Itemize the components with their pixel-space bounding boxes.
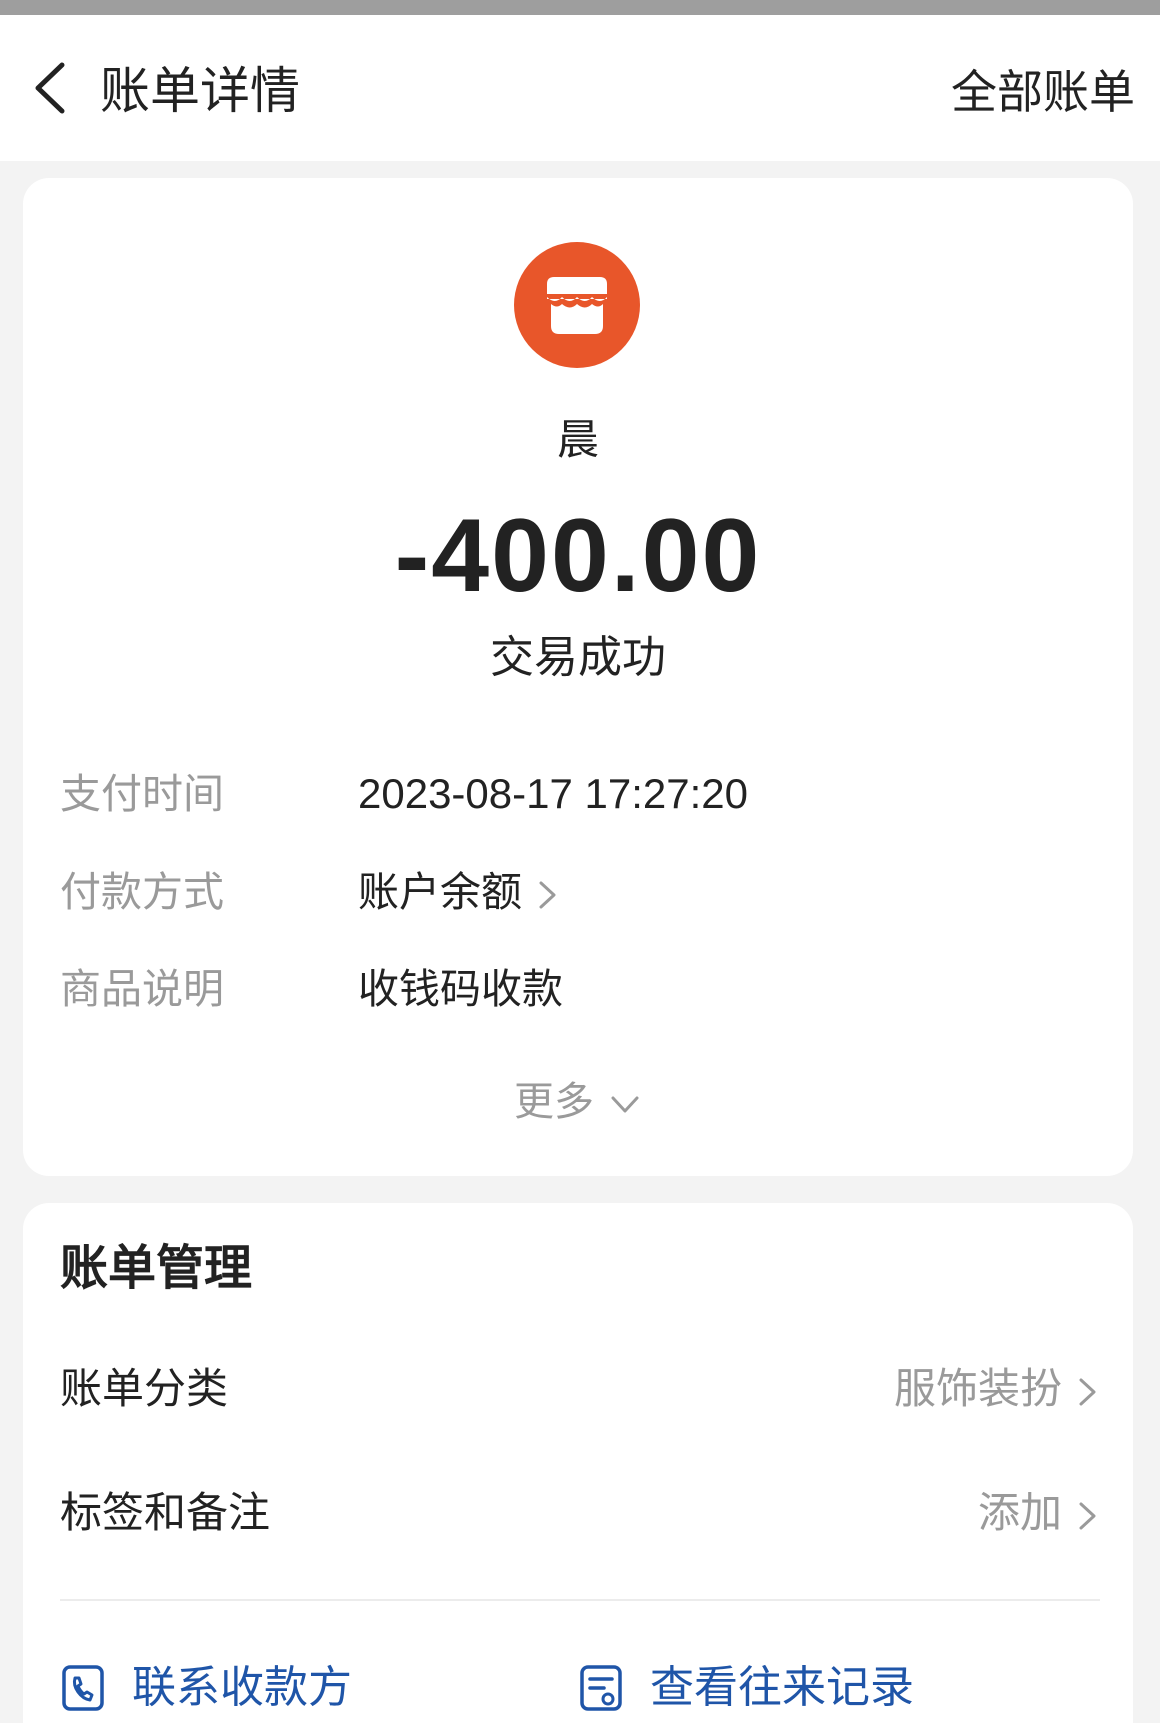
tags-notes-row[interactable]: 标签和备注 添加	[60, 1473, 1100, 1553]
store-icon	[514, 242, 640, 368]
more-label: 更多	[514, 1079, 594, 1125]
transaction-card: 晨 -400.00 交易成功 支付时间 2023-08-17 17:27:20 …	[23, 178, 1133, 1176]
detail-label: 支付时间	[60, 770, 224, 818]
chevron-right-icon	[1079, 1502, 1096, 1529]
transaction-status: 交易成功	[490, 632, 666, 683]
chevron-down-icon	[611, 1096, 639, 1113]
detail-row-pay-time: 支付时间 2023-08-17 17:27:20	[60, 764, 1100, 824]
page-title: 账单详情	[100, 62, 300, 120]
more-button[interactable]: 更多	[23, 1072, 1133, 1132]
payment-method-link[interactable]: 账户余额	[358, 862, 560, 922]
merchant-name: 晨	[556, 415, 599, 464]
chevron-right-icon	[539, 881, 556, 909]
add-value: 添加	[977, 1488, 1062, 1537]
row-label: 标签和备注	[60, 1488, 271, 1537]
all-bills-link[interactable]: 全部账单	[951, 59, 1135, 125]
detail-label: 商品说明	[60, 965, 224, 1013]
transaction-amount: -400.00	[394, 498, 762, 614]
bill-management-card: 账单管理 账单分类 服饰装扮 标签和备注 添加 联系收款方 查看往来记录	[23, 1203, 1133, 1723]
row-label: 账单分类	[60, 1364, 229, 1413]
detail-row-payment-method: 付款方式 账户余额	[60, 862, 1100, 922]
nav-bar: 账单详情 全部账单	[0, 15, 1160, 161]
phone-icon	[62, 1665, 104, 1711]
row-value: 服饰装扮	[894, 1359, 1100, 1419]
chevron-left-icon	[35, 62, 65, 114]
section-title: 账单管理	[60, 1240, 253, 1296]
bill-category-row[interactable]: 账单分类 服饰装扮	[60, 1349, 1100, 1429]
detail-value: 账户余额	[358, 868, 522, 916]
detail-value: 收钱码收款	[358, 965, 563, 1013]
chevron-right-icon	[1079, 1378, 1096, 1405]
record-icon	[580, 1665, 622, 1711]
category-value: 服饰装扮	[893, 1364, 1062, 1413]
detail-row-description: 商品说明 收钱码收款	[60, 959, 1100, 1019]
action-label: 查看往来记录	[650, 1662, 914, 1713]
back-button[interactable]	[18, 53, 88, 123]
row-value: 添加	[978, 1483, 1100, 1543]
status-bar	[0, 0, 1160, 15]
detail-value: 2023-08-17 17:27:20	[358, 770, 748, 817]
detail-label: 付款方式	[60, 868, 224, 916]
divider	[60, 1599, 1100, 1601]
action-label: 联系收款方	[132, 1662, 352, 1713]
